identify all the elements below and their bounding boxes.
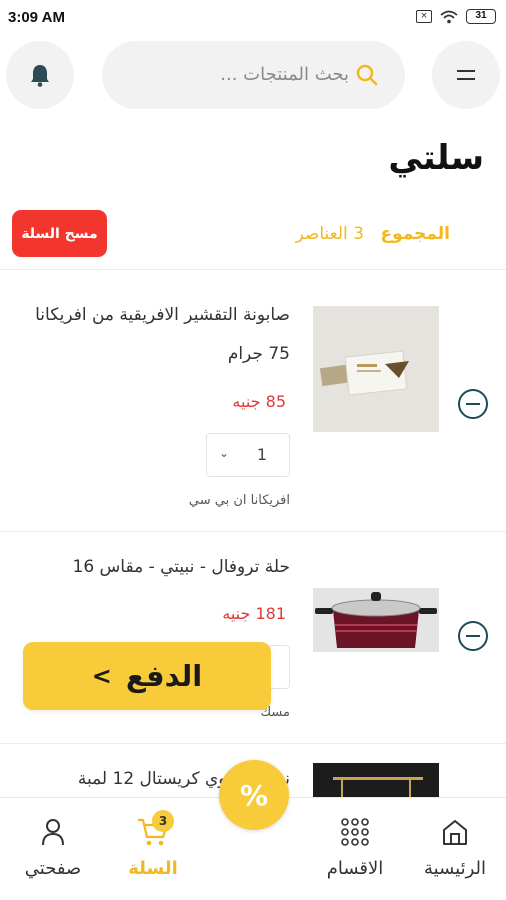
nav-categories[interactable]: الاقسام xyxy=(308,798,402,900)
divider xyxy=(0,269,506,270)
chevron-left-icon: < xyxy=(91,662,112,690)
nav-home-label: الرئيسية xyxy=(424,858,486,879)
grid-icon xyxy=(340,816,370,848)
cart-badge: 3 xyxy=(152,810,174,832)
checkout-button[interactable]: < الدفع xyxy=(23,642,271,710)
checkout-label: الدفع xyxy=(125,659,203,693)
product-image[interactable] xyxy=(313,588,439,652)
nav-profile[interactable]: صفحتي xyxy=(8,798,98,900)
wifi-icon xyxy=(440,10,458,23)
divider xyxy=(0,743,506,744)
item-price: 85 جنيه xyxy=(232,392,286,411)
nav-cart-label: السلة xyxy=(128,858,178,879)
page-title: سلتي xyxy=(388,138,484,178)
search-bar[interactable]: بحث المنتجات ... xyxy=(102,41,405,109)
chevron-down-icon: ⌄ xyxy=(219,446,230,460)
divider xyxy=(0,531,506,532)
status-time: 3:09 AM xyxy=(8,9,65,26)
minus-icon xyxy=(466,634,480,638)
bell-icon xyxy=(31,65,49,87)
battery-icon: 31 xyxy=(466,9,496,24)
pot-image xyxy=(313,588,439,652)
item-vendor: افريكانا ان بي سي xyxy=(188,493,290,508)
status-bar: 3:09 AM × 31 xyxy=(0,0,506,34)
remove-item-button[interactable] xyxy=(458,621,488,651)
total-label: المجموع xyxy=(380,224,450,244)
cart-icon: 3 xyxy=(136,810,174,848)
search-input[interactable]: بحث المنتجات ... xyxy=(220,64,349,85)
close-box-icon: × xyxy=(416,10,432,23)
quantity-value: 1 xyxy=(256,445,267,464)
nav-cart[interactable]: 3 السلة xyxy=(108,798,198,900)
item-price: 181 جنيه xyxy=(222,604,286,623)
nav-home[interactable]: الرئيسية xyxy=(408,798,502,900)
soap-image xyxy=(313,306,439,432)
status-icons: × 31 xyxy=(416,9,496,24)
items-count: 3 العناصر xyxy=(295,224,364,244)
user-icon xyxy=(41,816,65,848)
promo-button[interactable]: % xyxy=(219,760,289,830)
nav-profile-label: صفحتي xyxy=(24,858,82,879)
minus-icon xyxy=(466,402,480,406)
notifications-button[interactable] xyxy=(6,41,74,109)
menu-button[interactable] xyxy=(432,41,500,109)
quantity-select[interactable]: 1 ⌄ xyxy=(206,433,290,477)
clear-cart-button[interactable]: مسح السلة xyxy=(12,210,107,257)
item-name[interactable]: حلة تروفال - نبيتي - مقاس 16 xyxy=(10,548,291,587)
search-icon[interactable] xyxy=(355,63,379,87)
product-image[interactable] xyxy=(313,306,439,432)
remove-item-button[interactable] xyxy=(458,389,488,419)
product-image[interactable] xyxy=(313,763,439,797)
menu-icon xyxy=(457,70,475,80)
nav-categories-label: الاقسام xyxy=(326,858,384,879)
chandelier-image xyxy=(313,763,439,797)
item-name[interactable]: صابونة التقشير الافريقية من افريكانا 75 … xyxy=(10,296,290,374)
home-icon xyxy=(441,816,469,848)
